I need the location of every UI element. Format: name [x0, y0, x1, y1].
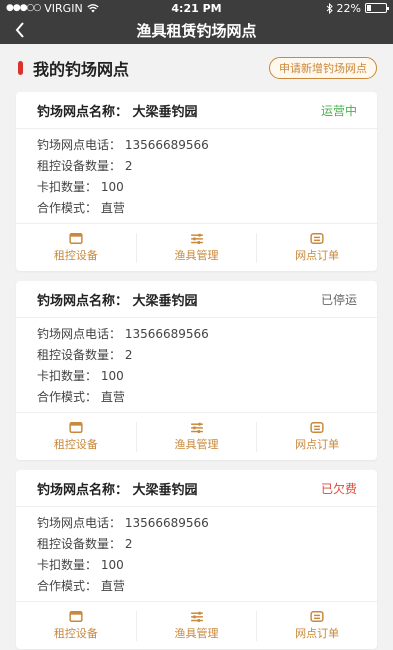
card-body: 钓场网点电话： 13566689566 租控设备数量： 2 卡扣数量： 100 … [16, 507, 377, 601]
bluetooth-icon [326, 2, 333, 14]
nav-bar: 渔具租赁钓场网点 [0, 16, 393, 44]
device-icon [69, 232, 83, 244]
action-label: 租控设备 [53, 437, 98, 451]
battery-level [367, 5, 371, 11]
buckle-count: 卡扣数量： 100 [37, 180, 124, 194]
fishing-gear-button[interactable]: 渔具管理 [137, 421, 258, 452]
outlet-name: 钓场网点名称： 大梁垂钓园 [37, 293, 198, 309]
back-button[interactable] [8, 18, 32, 42]
orders-icon [310, 610, 324, 622]
status-badge: 已欠费 [320, 481, 357, 496]
rental-device-button[interactable]: 租控设备 [16, 610, 137, 641]
sliders-icon [190, 233, 203, 244]
card-header: 钓场网点名称： 大梁垂钓园 已停运 [16, 281, 377, 318]
fishing-gear-button[interactable]: 渔具管理 [137, 232, 258, 263]
outlet-orders-button[interactable]: 网点订单 [257, 232, 377, 263]
device-count: 租控设备数量： 2 [37, 537, 133, 551]
outlet-list: 钓场网点名称： 大梁垂钓园 运营中 钓场网点电话： 13566689566 租控… [0, 92, 393, 649]
status-badge: 已停运 [320, 292, 357, 307]
page-title: 渔具租赁钓场网点 [136, 21, 257, 40]
device-icon [69, 610, 83, 622]
action-label: 租控设备 [53, 626, 98, 640]
orders-icon [310, 421, 324, 433]
fishing-gear-button[interactable]: 渔具管理 [137, 610, 258, 641]
buckle-count: 卡扣数量： 100 [37, 369, 124, 383]
action-label: 租控设备 [53, 248, 98, 262]
card-header: 钓场网点名称： 大梁垂钓园 运营中 [16, 92, 377, 129]
wifi-icon [87, 3, 99, 12]
sliders-icon [190, 611, 203, 622]
action-label: 网点订单 [295, 437, 340, 451]
card-body: 钓场网点电话： 13566689566 租控设备数量： 2 卡扣数量： 100 … [16, 129, 377, 223]
outlet-name: 钓场网点名称： 大梁垂钓园 [37, 104, 198, 120]
device-icon [69, 421, 83, 433]
battery-icon [365, 3, 389, 13]
outlet-phone: 钓场网点电话： 13566689566 [37, 138, 209, 152]
cooperation-mode: 合作模式： 直营 [37, 579, 125, 593]
cooperation-mode: 合作模式： 直营 [37, 201, 125, 215]
rental-device-button[interactable]: 租控设备 [16, 421, 137, 452]
card-actions: 租控设备 渔具管理 网点订单 [16, 223, 377, 271]
apply-new-outlet-button[interactable]: 申请新增钓场网点 [269, 57, 377, 79]
outlet-name: 钓场网点名称： 大梁垂钓园 [37, 482, 198, 498]
section-title: 我的钓场网点 [33, 60, 130, 79]
sliders-icon [190, 422, 203, 433]
device-count: 租控设备数量： 2 [37, 159, 133, 173]
status-right: 22% [326, 1, 389, 15]
section-marker [18, 61, 23, 75]
outlet-orders-button[interactable]: 网点订单 [257, 421, 377, 452]
rental-device-button[interactable]: 租控设备 [16, 232, 137, 263]
action-label: 渔具管理 [174, 626, 219, 640]
outlet-phone: 钓场网点电话： 13566689566 [37, 516, 209, 530]
outlet-phone: 钓场网点电话： 13566689566 [37, 327, 209, 341]
buckle-count: 卡扣数量： 100 [37, 558, 124, 572]
status-badge: 运营中 [320, 103, 357, 118]
action-label: 渔具管理 [174, 437, 219, 451]
action-label: 网点订单 [295, 626, 340, 640]
card-header: 钓场网点名称： 大梁垂钓园 已欠费 [16, 470, 377, 507]
status-left: ●●●○○ VIRGIN [6, 2, 99, 15]
card-actions: 租控设备 渔具管理 网点订单 [16, 601, 377, 649]
outlet-orders-button[interactable]: 网点订单 [257, 610, 377, 641]
device-count: 租控设备数量： 2 [37, 348, 133, 362]
carrier-label: VIRGIN [44, 1, 83, 15]
chevron-left-icon [15, 22, 24, 38]
signal-icon: ●●●○○ [6, 3, 41, 13]
outlet-card: 钓场网点名称： 大梁垂钓园 已欠费 钓场网点电话： 13566689566 租控… [16, 470, 377, 649]
battery-percent: 22% [336, 1, 361, 15]
action-label: 渔具管理 [174, 248, 219, 262]
cooperation-mode: 合作模式： 直营 [37, 390, 125, 404]
outlet-card: 钓场网点名称： 大梁垂钓园 已停运 钓场网点电话： 13566689566 租控… [16, 281, 377, 460]
action-label: 网点订单 [295, 248, 340, 262]
card-actions: 租控设备 渔具管理 网点订单 [16, 412, 377, 460]
outlet-card: 钓场网点名称： 大梁垂钓园 运营中 钓场网点电话： 13566689566 租控… [16, 92, 377, 271]
card-body: 钓场网点电话： 13566689566 租控设备数量： 2 卡扣数量： 100 … [16, 318, 377, 412]
section-header: 我的钓场网点 申请新增钓场网点 [0, 44, 393, 92]
status-bar: ●●●○○ VIRGIN 4:21 PM 22% [0, 0, 393, 16]
orders-icon [310, 232, 324, 244]
